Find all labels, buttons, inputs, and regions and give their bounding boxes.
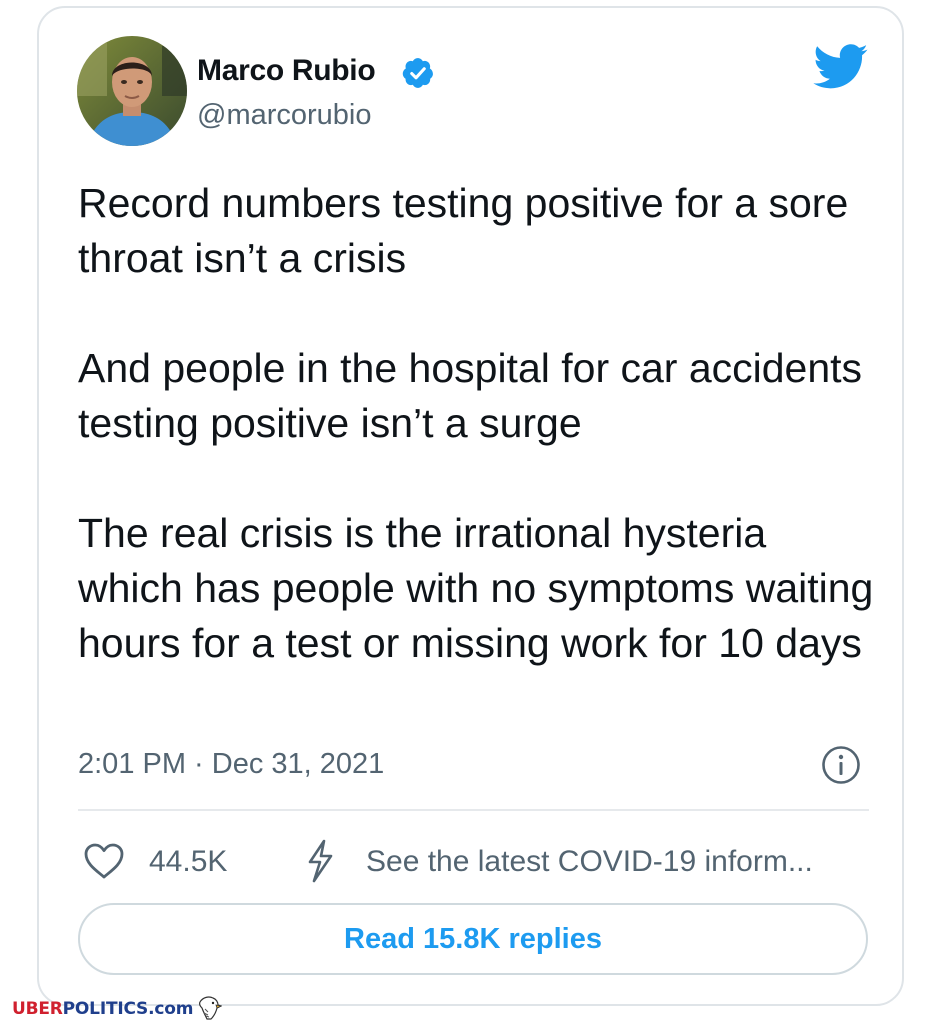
eagle-icon <box>199 996 222 1020</box>
twitter-bird-icon[interactable] <box>813 44 869 90</box>
like-count[interactable]: 44.5K <box>149 845 227 879</box>
watermark-politics: POLITICS.com <box>62 999 194 1019</box>
read-replies-label: Read 15.8K replies <box>344 922 602 955</box>
covid-info-link[interactable]: See the latest COVID-19 inform... <box>366 845 866 879</box>
info-icon[interactable] <box>821 745 861 785</box>
avatar[interactable] <box>77 36 187 146</box>
verified-badge-icon <box>402 58 433 88</box>
heart-icon[interactable] <box>83 842 125 880</box>
read-replies-button[interactable]: Read 15.8K replies <box>78 903 868 975</box>
lightning-bolt-icon[interactable] <box>302 838 338 884</box>
tweet-text: Record numbers testing positive for a so… <box>78 180 874 666</box>
tweet-timestamp[interactable]: 2:01 PM · Dec 31, 2021 <box>78 748 384 781</box>
watermark-uber: UBER <box>12 999 63 1019</box>
divider <box>78 809 869 811</box>
author-handle[interactable]: @marcorubio <box>197 99 372 132</box>
watermark-logo: UBERPOLITICS.com <box>12 999 193 1019</box>
tweet-card: Marco Rubio @marcorubio Record numbers t… <box>37 6 904 1006</box>
author-name[interactable]: Marco Rubio <box>197 54 376 88</box>
